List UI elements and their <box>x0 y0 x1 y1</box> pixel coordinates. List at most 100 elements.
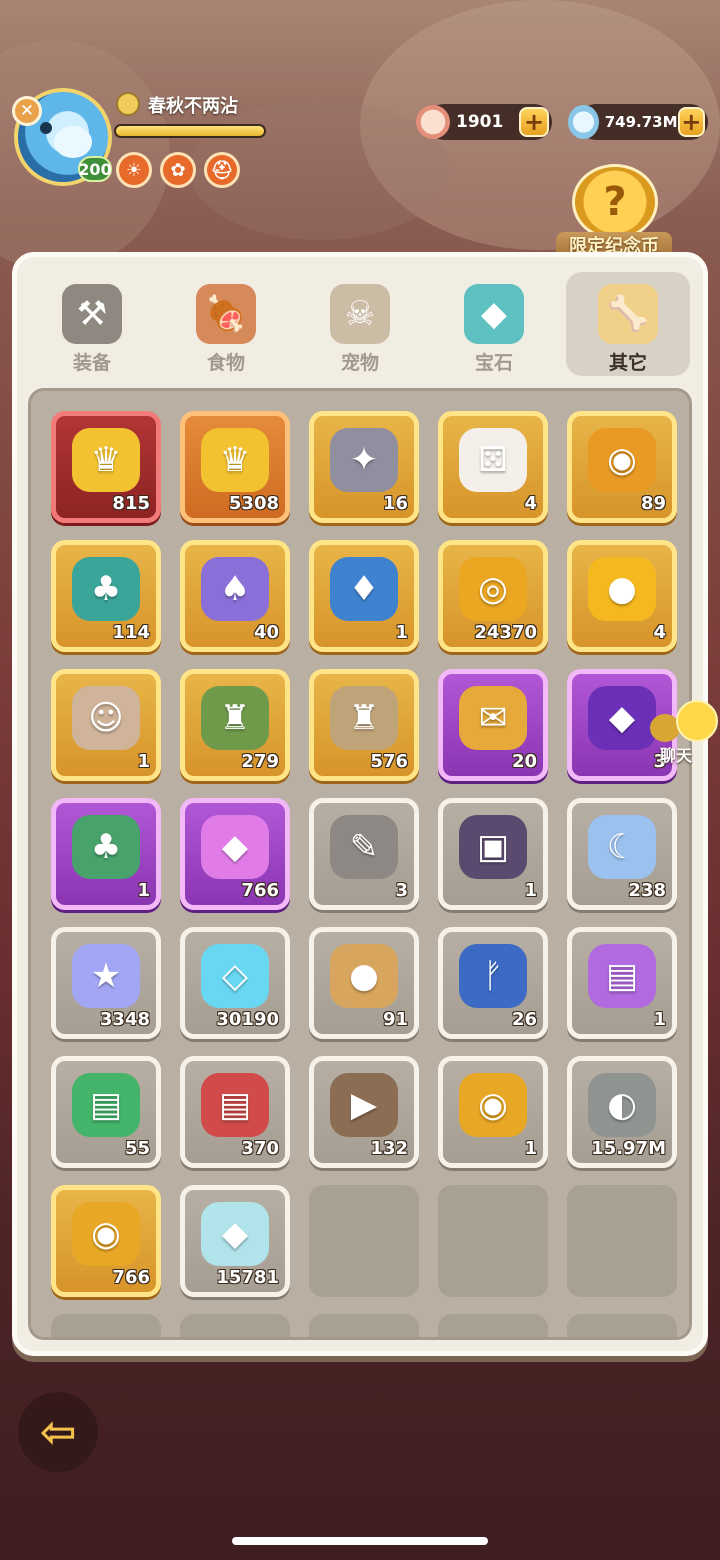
tab-4[interactable]: 🦴 其它 <box>566 272 690 376</box>
bone-icon: 🦴 <box>598 284 658 344</box>
add-stone-button[interactable]: + <box>677 107 705 137</box>
inventory-item[interactable]: ◐ 15.97M <box>567 1056 677 1168</box>
item-quantity: 1 <box>524 880 537 901</box>
pink-crystal-icon: ◆ <box>201 815 269 879</box>
inventory-item[interactable]: ◆ 15781 <box>180 1185 290 1297</box>
dino-coin-icon: ◉ <box>72 1202 140 1266</box>
inventory-item[interactable]: ▤ 55 <box>51 1056 161 1168</box>
dice-icon: ⚄ <box>459 428 527 492</box>
inventory-item[interactable]: ♜ 279 <box>180 669 290 781</box>
crystal-bag-icon: ♦ <box>330 557 398 621</box>
inventory-item[interactable]: ◆ 766 <box>180 798 290 910</box>
inventory-item[interactable]: ♣ 1 <box>51 798 161 910</box>
item-quantity: 55 <box>124 1138 150 1159</box>
inventory-item[interactable]: ▤ 1 <box>567 927 677 1039</box>
inventory-item[interactable]: ◉ 766 <box>51 1185 161 1297</box>
tab-label: 食物 <box>206 352 245 374</box>
star-icon: ★ <box>72 944 140 1008</box>
limited-coin-icon[interactable]: ? <box>572 164 658 240</box>
item-quantity: 1 <box>137 751 150 772</box>
caveman-portrait-icon: ☺ <box>72 686 140 750</box>
exp-bar <box>114 124 266 138</box>
inventory-item[interactable]: ♛ 5308 <box>180 411 290 523</box>
close-icon[interactable]: ✕ <box>12 96 42 126</box>
inventory-item[interactable]: ᚠ 26 <box>438 927 548 1039</box>
tab-label: 装备 <box>72 352 111 374</box>
inventory-item[interactable]: ✎ 3 <box>309 798 419 910</box>
item-quantity: 4 <box>524 493 537 514</box>
inventory-item[interactable]: ▤ 370 <box>180 1056 290 1168</box>
inventory-item[interactable]: ✦ 16 <box>309 411 419 523</box>
inventory-item[interactable]: ◇ 30190 <box>180 927 290 1039</box>
inventory-item[interactable]: ♠ 40 <box>180 540 290 652</box>
golden-dino-chest-icon: ♛ <box>72 428 140 492</box>
lion-icon[interactable]: ☀ <box>116 152 152 188</box>
shell-coin-icon: ◉ <box>459 1073 527 1137</box>
gift-icon[interactable]: ✿ <box>160 152 196 188</box>
back-arrow-icon[interactable]: ⇦ <box>18 1392 98 1472</box>
helmet-icon[interactable]: ⛑ <box>204 152 240 188</box>
item-quantity: 3 <box>395 880 408 901</box>
item-quantity: 26 <box>511 1009 537 1030</box>
rainbow-crystal-icon: ◆ <box>201 1202 269 1266</box>
item-quantity: 1 <box>524 1138 537 1159</box>
home-indicator[interactable] <box>232 1537 488 1545</box>
inventory-item[interactable]: ◉ 89 <box>567 411 677 523</box>
item-quantity: 20 <box>511 751 537 772</box>
resource-shell-value: 1901 <box>456 112 504 132</box>
carrot-bag-icon: ♣ <box>72 557 140 621</box>
item-quantity: 238 <box>628 880 666 901</box>
item-quantity: 766 <box>112 1267 150 1288</box>
tab-3[interactable]: ◆ 宝石 <box>432 272 556 376</box>
inventory-item[interactable]: ● 91 <box>309 927 419 1039</box>
empty-slot <box>567 1185 677 1297</box>
player-level: 200 <box>78 156 112 182</box>
inventory-item[interactable]: ▣ 1 <box>438 798 548 910</box>
rune-stone-icon: ◐ <box>588 1073 656 1137</box>
inventory-item[interactable]: ☺ 1 <box>51 669 161 781</box>
add-shell-button[interactable]: + <box>519 107 549 137</box>
inventory-item[interactable]: ♜ 576 <box>309 669 419 781</box>
resource-shell: 1901 + <box>416 104 552 140</box>
inventory-item[interactable]: ◉ 1 <box>438 1056 548 1168</box>
tab-1[interactable]: 🍖 食物 <box>164 272 288 376</box>
inventory-item[interactable]: ▶ 132 <box>309 1056 419 1168</box>
empty-slot <box>309 1185 419 1297</box>
item-quantity: 3348 <box>99 1009 150 1030</box>
chat-label: 聊天 <box>660 746 693 765</box>
item-quantity: 15.97M <box>591 1138 666 1159</box>
inventory-item[interactable]: ☾ 238 <box>567 798 677 910</box>
empty-slot <box>438 1314 548 1337</box>
inventory-item[interactable]: ✉ 20 <box>438 669 548 781</box>
amber-gem-icon: ● <box>588 557 656 621</box>
purple-crystal-icon: ◆ <box>588 686 656 750</box>
empty-slot <box>180 1314 290 1337</box>
item-quantity: 40 <box>253 622 279 643</box>
item-quantity: 89 <box>640 493 666 514</box>
gem-icon: ◆ <box>464 284 524 344</box>
item-quantity: 4 <box>653 622 666 643</box>
stone-totem-icon: ♜ <box>330 686 398 750</box>
stone-tablet-icon: ✎ <box>330 815 398 879</box>
inventory-item[interactable]: ⚄ 4 <box>438 411 548 523</box>
inventory-item[interactable]: ● 4 <box>567 540 677 652</box>
inventory-item[interactable]: ◎ 24370 <box>438 540 548 652</box>
item-quantity: 766 <box>241 880 279 901</box>
golden-dino-chest-icon: ♛ <box>201 428 269 492</box>
tab-2[interactable]: ☠ 宠物 <box>298 272 422 376</box>
green-totem-icon: ♜ <box>201 686 269 750</box>
blue-rune-icon: ᚠ <box>459 944 527 1008</box>
tab-0[interactable]: ⚒ 装备 <box>30 272 154 376</box>
cake-coin-icon: ◉ <box>588 428 656 492</box>
inventory-item[interactable]: ♣ 114 <box>51 540 161 652</box>
item-quantity: 576 <box>370 751 408 772</box>
inventory-item[interactable]: ♛ 815 <box>51 411 161 523</box>
chat-button[interactable]: 聊天 <box>648 700 718 765</box>
inventory-item[interactable]: ★ 3348 <box>51 927 161 1039</box>
avatar-face <box>54 126 92 158</box>
shell-icon <box>416 105 450 139</box>
pet-skull-icon: ☠ <box>330 284 390 344</box>
inventory-item[interactable]: ♦ 1 <box>309 540 419 652</box>
item-quantity: 1 <box>137 880 150 901</box>
spiral-coin-icon: ◎ <box>459 557 527 621</box>
